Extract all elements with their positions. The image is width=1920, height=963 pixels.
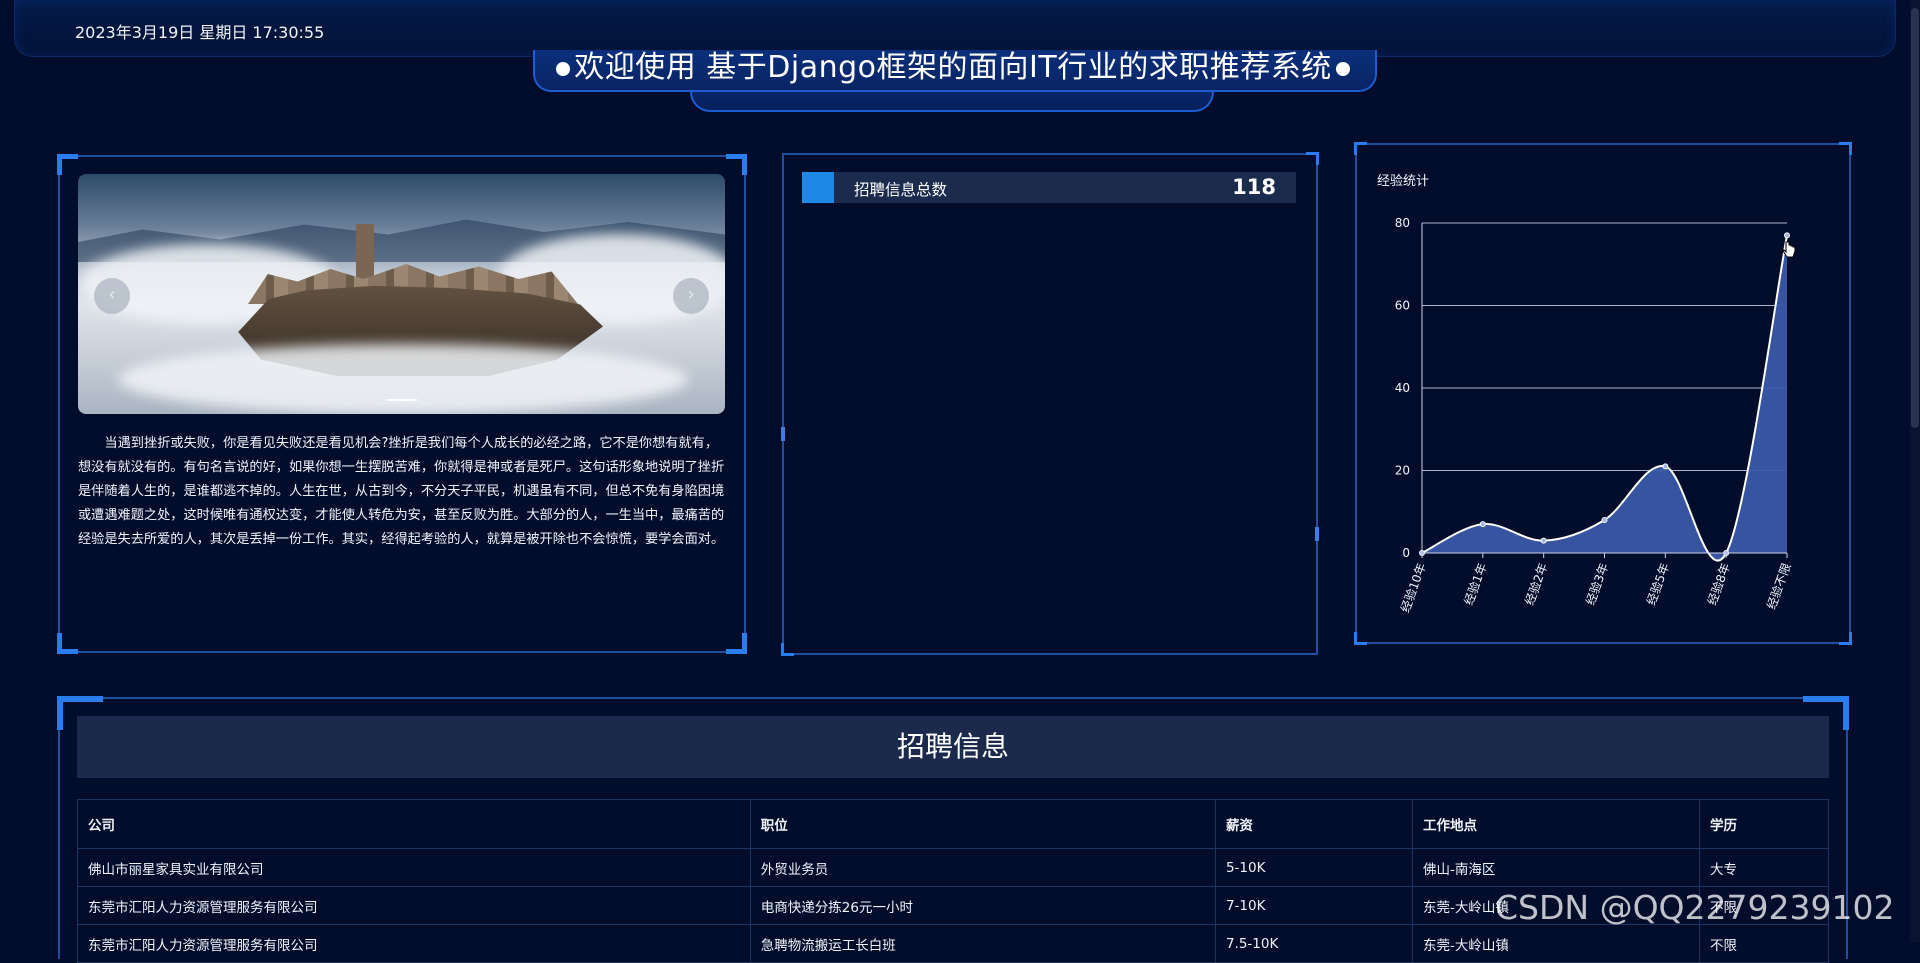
stat-label: 招聘信息总数 [854, 181, 948, 199]
carousel-prev-button[interactable]: ‹ [94, 278, 130, 314]
carousel-image-tower [356, 224, 374, 280]
cell-position: 外贸业务员 [749, 848, 1216, 887]
carousel-indicator[interactable] [387, 399, 417, 401]
cell-position: 电商快递分拣26元一小时 [749, 886, 1216, 925]
cell-company: 佛山市丽星家具实业有限公司 [77, 848, 751, 887]
cell-education: 不限 [1699, 924, 1829, 963]
x-tick-label: 经验3年 [1582, 561, 1611, 607]
column-header-education: 学历 [1699, 799, 1829, 849]
stats-panel: 招聘信息总数 118 [781, 152, 1319, 656]
job-total-stat: 招聘信息总数 118 [802, 172, 1296, 203]
y-tick-label: 40 [1395, 381, 1410, 395]
x-tick-label: 经验1年 [1461, 561, 1490, 607]
y-tick-label: 0 [1402, 546, 1410, 560]
x-tick-label: 经验8年 [1704, 561, 1733, 607]
data-point [1479, 521, 1486, 528]
table-header-row: 公司 职位 薪资 工作地点 学历 [77, 799, 1829, 849]
page-scrollbar[interactable] [1910, 0, 1920, 942]
carousel-image-cloud [118, 344, 688, 414]
experience-area-chart[interactable]: 0 20 40 60 80 经验10年 经验1年 经验2年 经验3年 经验5年 经验8年 经验不限 [1357, 145, 1849, 642]
data-point [1662, 463, 1669, 470]
page-title: 欢迎使用 基于Django框架的面向IT行业的求职推荐系统 [533, 48, 1373, 88]
panel-corner [57, 154, 78, 175]
stat-square-icon [802, 172, 834, 203]
hand-cursor-icon [1782, 241, 1796, 258]
bullet-dot-icon [1335, 61, 1350, 76]
chevron-right-icon: › [687, 284, 695, 305]
y-tick-label: 20 [1395, 464, 1410, 478]
intro-text: 当遇到挫折或失败，你是看见失败还是看见机会?挫折是我们每个人成长的必经之路，它不… [78, 436, 725, 547]
cell-company: 东莞市汇阳人力资源管理服务有限公司 [77, 886, 751, 925]
cell-salary: 5-10K [1214, 848, 1414, 887]
jobs-table: 公司 职位 薪资 工作地点 学历 佛山市丽星家具实业有限公司 外贸业务员 5-1… [77, 799, 1829, 963]
x-tick-label: 经验10年 [1397, 561, 1429, 614]
cell-position: 急聘物流搬运工长白班 [749, 924, 1216, 963]
panel-corner [781, 643, 794, 656]
table-row[interactable]: 佛山市丽星家具实业有限公司 外贸业务员 5-10K 佛山-南海区 大专 [77, 848, 1829, 887]
jobs-section-header: 招聘信息 [77, 716, 1829, 778]
csdn-watermark: CSDN @QQ2279239102 [1495, 888, 1895, 927]
cell-education: 大专 [1699, 848, 1829, 887]
panel-corner [726, 633, 747, 654]
x-tick-label: 经验不限 [1763, 561, 1794, 611]
panel-edge-marker [781, 427, 785, 441]
chevron-left-icon: ‹ [108, 284, 116, 305]
scrollbar-thumb[interactable] [1911, 8, 1919, 428]
panel-corner [57, 633, 78, 654]
column-header-company: 公司 [77, 799, 751, 849]
jobs-section-title: 招聘信息 [896, 730, 1009, 763]
cell-company: 东莞市汇阳人力资源管理服务有限公司 [77, 924, 751, 963]
data-point [1601, 517, 1608, 523]
page-title-text: 欢迎使用 基于Django框架的面向IT行业的求职推荐系统 [574, 50, 1332, 85]
cell-location: 佛山-南海区 [1411, 848, 1701, 887]
column-header-position: 职位 [749, 799, 1216, 849]
x-tick-label: 经验5年 [1643, 561, 1672, 607]
data-point [1540, 537, 1547, 544]
series-area [1422, 235, 1787, 561]
series-line [1421, 235, 1788, 562]
data-point [1784, 232, 1790, 239]
cell-salary: 7.5-10K [1214, 924, 1414, 963]
experience-chart-panel: 经验统计 0 20 40 60 80 经验10年 经验1年 经验2年 经验3年 经验5年 经验8年经… [1354, 142, 1852, 645]
intro-panel: ‹ › 当遇到挫折或失败，你是看见失败还是看见机会?挫折是我们每个人成长的必经之… [57, 154, 747, 654]
panel-corner [726, 154, 747, 175]
carousel-next-button[interactable]: › [673, 278, 709, 314]
image-carousel[interactable]: ‹ › [78, 174, 725, 414]
y-tick-label: 60 [1395, 299, 1410, 313]
x-tick-label: 经验2年 [1521, 561, 1550, 607]
cell-salary: 7-10K [1214, 886, 1414, 925]
datetime-display: 2023年3月19日 星期日 17:30:55 [75, 23, 325, 42]
column-header-salary: 薪资 [1214, 799, 1414, 849]
panel-edge-marker [1315, 527, 1319, 541]
panel-corner [1306, 152, 1319, 165]
cell-location: 东莞-大岭山镇 [1411, 924, 1701, 963]
table-row[interactable]: 东莞市汇阳人力资源管理服务有限公司 急聘物流搬运工长白班 7.5-10K 东莞-… [77, 924, 1829, 963]
stat-value: 118 [1232, 175, 1276, 199]
y-tick-label: 80 [1395, 216, 1410, 230]
bullet-dot-icon [556, 61, 571, 76]
column-header-location: 工作地点 [1411, 799, 1701, 849]
